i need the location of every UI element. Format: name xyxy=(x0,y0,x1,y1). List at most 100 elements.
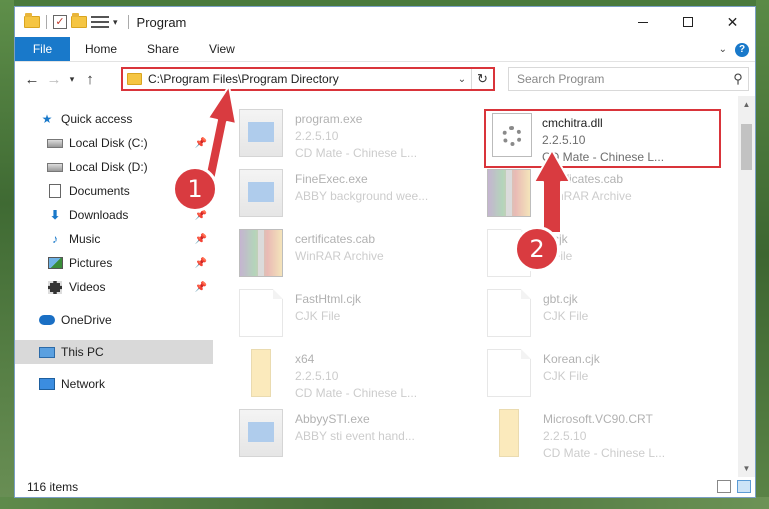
pin-icon[interactable]: 📌 xyxy=(195,282,207,293)
archive-icon xyxy=(487,169,531,217)
folder-icon[interactable] xyxy=(24,13,40,28)
file-item-x64[interactable]: x64 2.2.5.10 CD Mate - Chinese L... xyxy=(225,349,470,405)
tab-home[interactable]: Home xyxy=(70,37,132,61)
sidebar-item-label: Local Disk (C:) xyxy=(69,136,148,150)
file-type: WinRAR Archive xyxy=(295,249,384,263)
tab-share[interactable]: Share xyxy=(132,37,194,61)
pin-icon[interactable]: 📌 xyxy=(195,258,207,269)
file-item-abbyysti-exe[interactable]: AbbyySTI.exe ABBY sti event hand... xyxy=(225,409,470,465)
dll-highlight-box xyxy=(484,109,721,168)
tab-view[interactable]: View xyxy=(194,37,250,61)
file-item-korean-cjk[interactable]: Korean.cjk CJK File xyxy=(473,349,718,405)
tab-file[interactable]: File xyxy=(15,37,70,61)
search-input[interactable]: Search Program xyxy=(509,72,728,86)
exe-icon xyxy=(239,409,283,457)
file-name: certificates.cab xyxy=(295,232,376,246)
desktop-background-left xyxy=(0,0,14,509)
window-title: Program xyxy=(136,14,187,30)
file-description: CD Mate - Chinese L... xyxy=(295,386,418,400)
sidebar-item-label: Local Disk (D:) xyxy=(69,160,148,174)
folder-icon xyxy=(127,73,142,85)
videos-icon xyxy=(47,280,63,294)
toolbar-separator xyxy=(46,15,47,29)
sidebar-item-videos[interactable]: Videos 📌 xyxy=(15,275,213,299)
recent-locations-chevron-icon[interactable]: ▾ xyxy=(65,74,79,85)
ribbon-right-controls: ⌄ ? xyxy=(719,37,749,62)
view-toggle xyxy=(717,480,751,493)
file-version: 2.2.5.10 xyxy=(543,429,587,443)
sidebar-item-local-disk-c[interactable]: Local Disk (C:) 📌 xyxy=(15,131,213,155)
minimize-button[interactable] xyxy=(620,7,665,37)
expand-ribbon-chevron-icon[interactable]: ⌄ xyxy=(719,44,727,55)
scrollbar-thumb[interactable] xyxy=(741,124,752,170)
address-path[interactable]: C:\Program Files\Program Directory xyxy=(148,72,453,86)
file-name: AbbyySTI.exe xyxy=(295,412,370,426)
file-item-fineexec-exe[interactable]: FineExec.exe ABBY background wee... xyxy=(225,169,470,225)
scroll-down-arrow-icon[interactable]: ▼ xyxy=(738,460,755,477)
exe-icon xyxy=(239,109,283,157)
window-controls: ✕ xyxy=(620,7,755,37)
sidebar-item-this-pc[interactable]: This PC xyxy=(15,340,213,364)
network-icon xyxy=(39,377,55,391)
refresh-icon[interactable]: ↻ xyxy=(471,69,493,89)
exe-icon xyxy=(239,169,283,217)
archive-icon xyxy=(239,229,283,277)
file-name: FineExec.exe xyxy=(295,172,368,186)
sidebar-item-pictures[interactable]: Pictures 📌 xyxy=(15,251,213,275)
new-folder-icon[interactable] xyxy=(71,13,87,28)
customize-toolbar-arrow-icon[interactable]: ▾ xyxy=(113,17,118,28)
vertical-scrollbar[interactable]: ▲ ▼ xyxy=(738,96,755,477)
music-icon: ♪ xyxy=(52,232,58,246)
file-type: ABBY sti event hand... xyxy=(295,429,415,443)
large-icons-view-icon[interactable] xyxy=(737,480,751,493)
file-name: Korean.cjk xyxy=(543,352,600,366)
file-item-program-exe[interactable]: program.exe 2.2.5.10 CD Mate - Chinese L… xyxy=(225,109,470,165)
sidebar-item-onedrive[interactable]: OneDrive xyxy=(15,308,213,332)
file-icon xyxy=(487,349,531,397)
file-name: Microsoft.VC90.CRT xyxy=(543,412,653,426)
pin-icon[interactable]: 📌 xyxy=(195,138,207,149)
sidebar-item-label: Pictures xyxy=(69,256,113,270)
close-icon: ✕ xyxy=(726,13,739,30)
sidebar-item-label: Quick access xyxy=(61,112,133,126)
close-button[interactable]: ✕ xyxy=(710,7,755,37)
forward-arrow-icon[interactable]: → xyxy=(43,71,65,88)
file-item-certificates-cab[interactable]: certificates.cab WinRAR Archive xyxy=(225,229,470,285)
file-icon xyxy=(239,289,283,337)
content-area: ★ Quick access Local Disk (C:) 📌 Local D… xyxy=(15,96,755,477)
file-item-gbt-cjk[interactable]: gbt.cjk CJK File xyxy=(473,289,718,345)
file-version: 2.2.5.10 xyxy=(295,129,339,143)
sidebar-item-music[interactable]: ♪ Music 📌 xyxy=(15,227,213,251)
details-view-icon[interactable] xyxy=(717,480,731,493)
status-bar: 116 items xyxy=(15,477,755,497)
back-arrow-icon[interactable]: ← xyxy=(21,71,43,88)
search-icon[interactable]: ⚲ xyxy=(728,71,748,87)
sidebar-item-network[interactable]: Network xyxy=(15,372,213,396)
file-icon xyxy=(487,289,531,337)
file-type: CJK File xyxy=(295,309,341,323)
address-dropdown-chevron-icon[interactable]: ⌄ xyxy=(453,74,471,85)
address-field[interactable]: C:\Program Files\Program Directory ⌄ ↻ xyxy=(121,67,495,91)
explorer-window: ✓ ▾ Program ✕ File Home Share View ⌄ ? ←… xyxy=(14,6,756,498)
properties-icon[interactable] xyxy=(91,15,109,29)
pin-icon[interactable]: 📌 xyxy=(195,234,207,245)
help-icon[interactable]: ? xyxy=(735,42,749,57)
pictures-icon xyxy=(47,256,63,270)
properties-check-icon[interactable]: ✓ xyxy=(53,15,67,29)
folder-icon xyxy=(499,409,519,457)
maximize-button[interactable] xyxy=(665,7,710,37)
file-item-certificates-cab-2[interactable]: certificates.cab WinRAR Archive xyxy=(473,169,718,225)
desktop-background-bottom xyxy=(0,497,769,509)
file-item-microsoft-vc90-crt[interactable]: Microsoft.VC90.CRT 2.2.5.10 CD Mate - Ch… xyxy=(473,409,718,465)
file-item-cjk[interactable]: ...cjk ...File xyxy=(473,229,718,285)
drive-icon xyxy=(47,160,63,174)
navigation-pane: ★ Quick access Local Disk (C:) 📌 Local D… xyxy=(15,96,213,477)
sidebar-item-quick-access[interactable]: ★ Quick access xyxy=(15,107,213,131)
up-arrow-icon[interactable]: ↑ xyxy=(79,71,101,88)
file-type: CJK File xyxy=(543,309,589,323)
search-box[interactable]: Search Program ⚲ xyxy=(508,67,749,91)
sidebar-item-label: Network xyxy=(61,377,106,391)
file-item-fasthtml-cjk[interactable]: FastHtml.cjk CJK File xyxy=(225,289,470,345)
scroll-up-arrow-icon[interactable]: ▲ xyxy=(738,96,755,113)
sidebar-item-label: This PC xyxy=(61,345,104,359)
